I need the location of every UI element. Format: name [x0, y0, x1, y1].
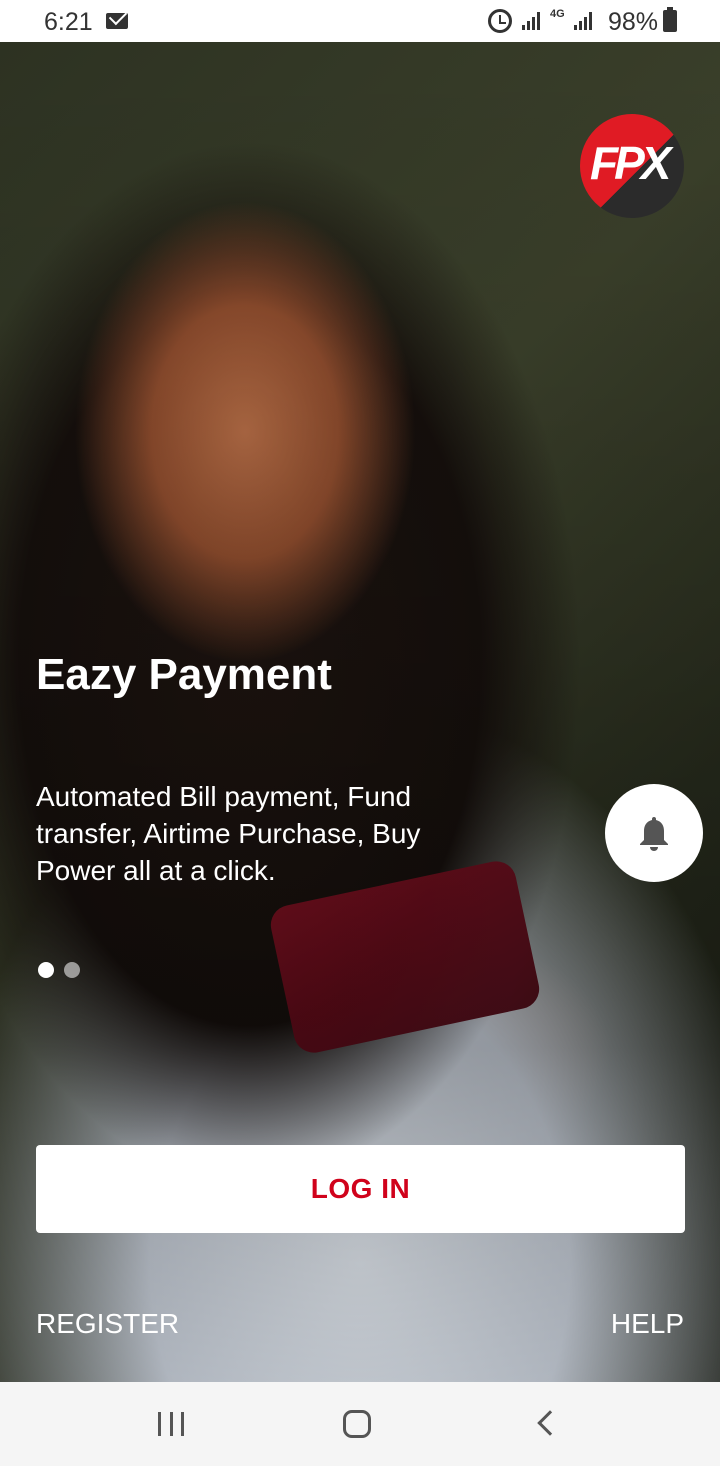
battery-percent: 98% [608, 8, 659, 36]
status-bar: 6:21 4G 98% [0, 0, 720, 42]
onboarding-title: Eazy Payment [36, 650, 332, 699]
recents-icon[interactable] [158, 1412, 184, 1436]
alarm-icon [488, 9, 512, 33]
help-link[interactable]: HELP [611, 1308, 684, 1340]
battery-icon [663, 7, 677, 32]
mail-icon [106, 13, 128, 29]
logo-text: FPX [590, 137, 671, 189]
register-link[interactable]: REGISTER [36, 1308, 179, 1340]
page-dot-active[interactable] [38, 962, 54, 978]
page-dot[interactable] [64, 962, 80, 978]
onboarding-description: Automated Bill payment, Fund transfer, A… [36, 781, 421, 886]
notification-button[interactable] [605, 784, 703, 882]
status-time: 6:21 [44, 8, 93, 36]
bell-icon [640, 817, 668, 851]
signal-icon-2 [574, 12, 596, 30]
brand-logo: FPX [580, 114, 684, 218]
back-icon[interactable] [537, 1410, 563, 1436]
navigation-bar [0, 1382, 720, 1466]
home-icon[interactable] [343, 1410, 371, 1438]
login-button[interactable]: LOG IN [36, 1145, 685, 1233]
network-type-label: 4G [550, 8, 565, 20]
signal-icon [522, 12, 544, 30]
page-indicator [38, 962, 80, 978]
